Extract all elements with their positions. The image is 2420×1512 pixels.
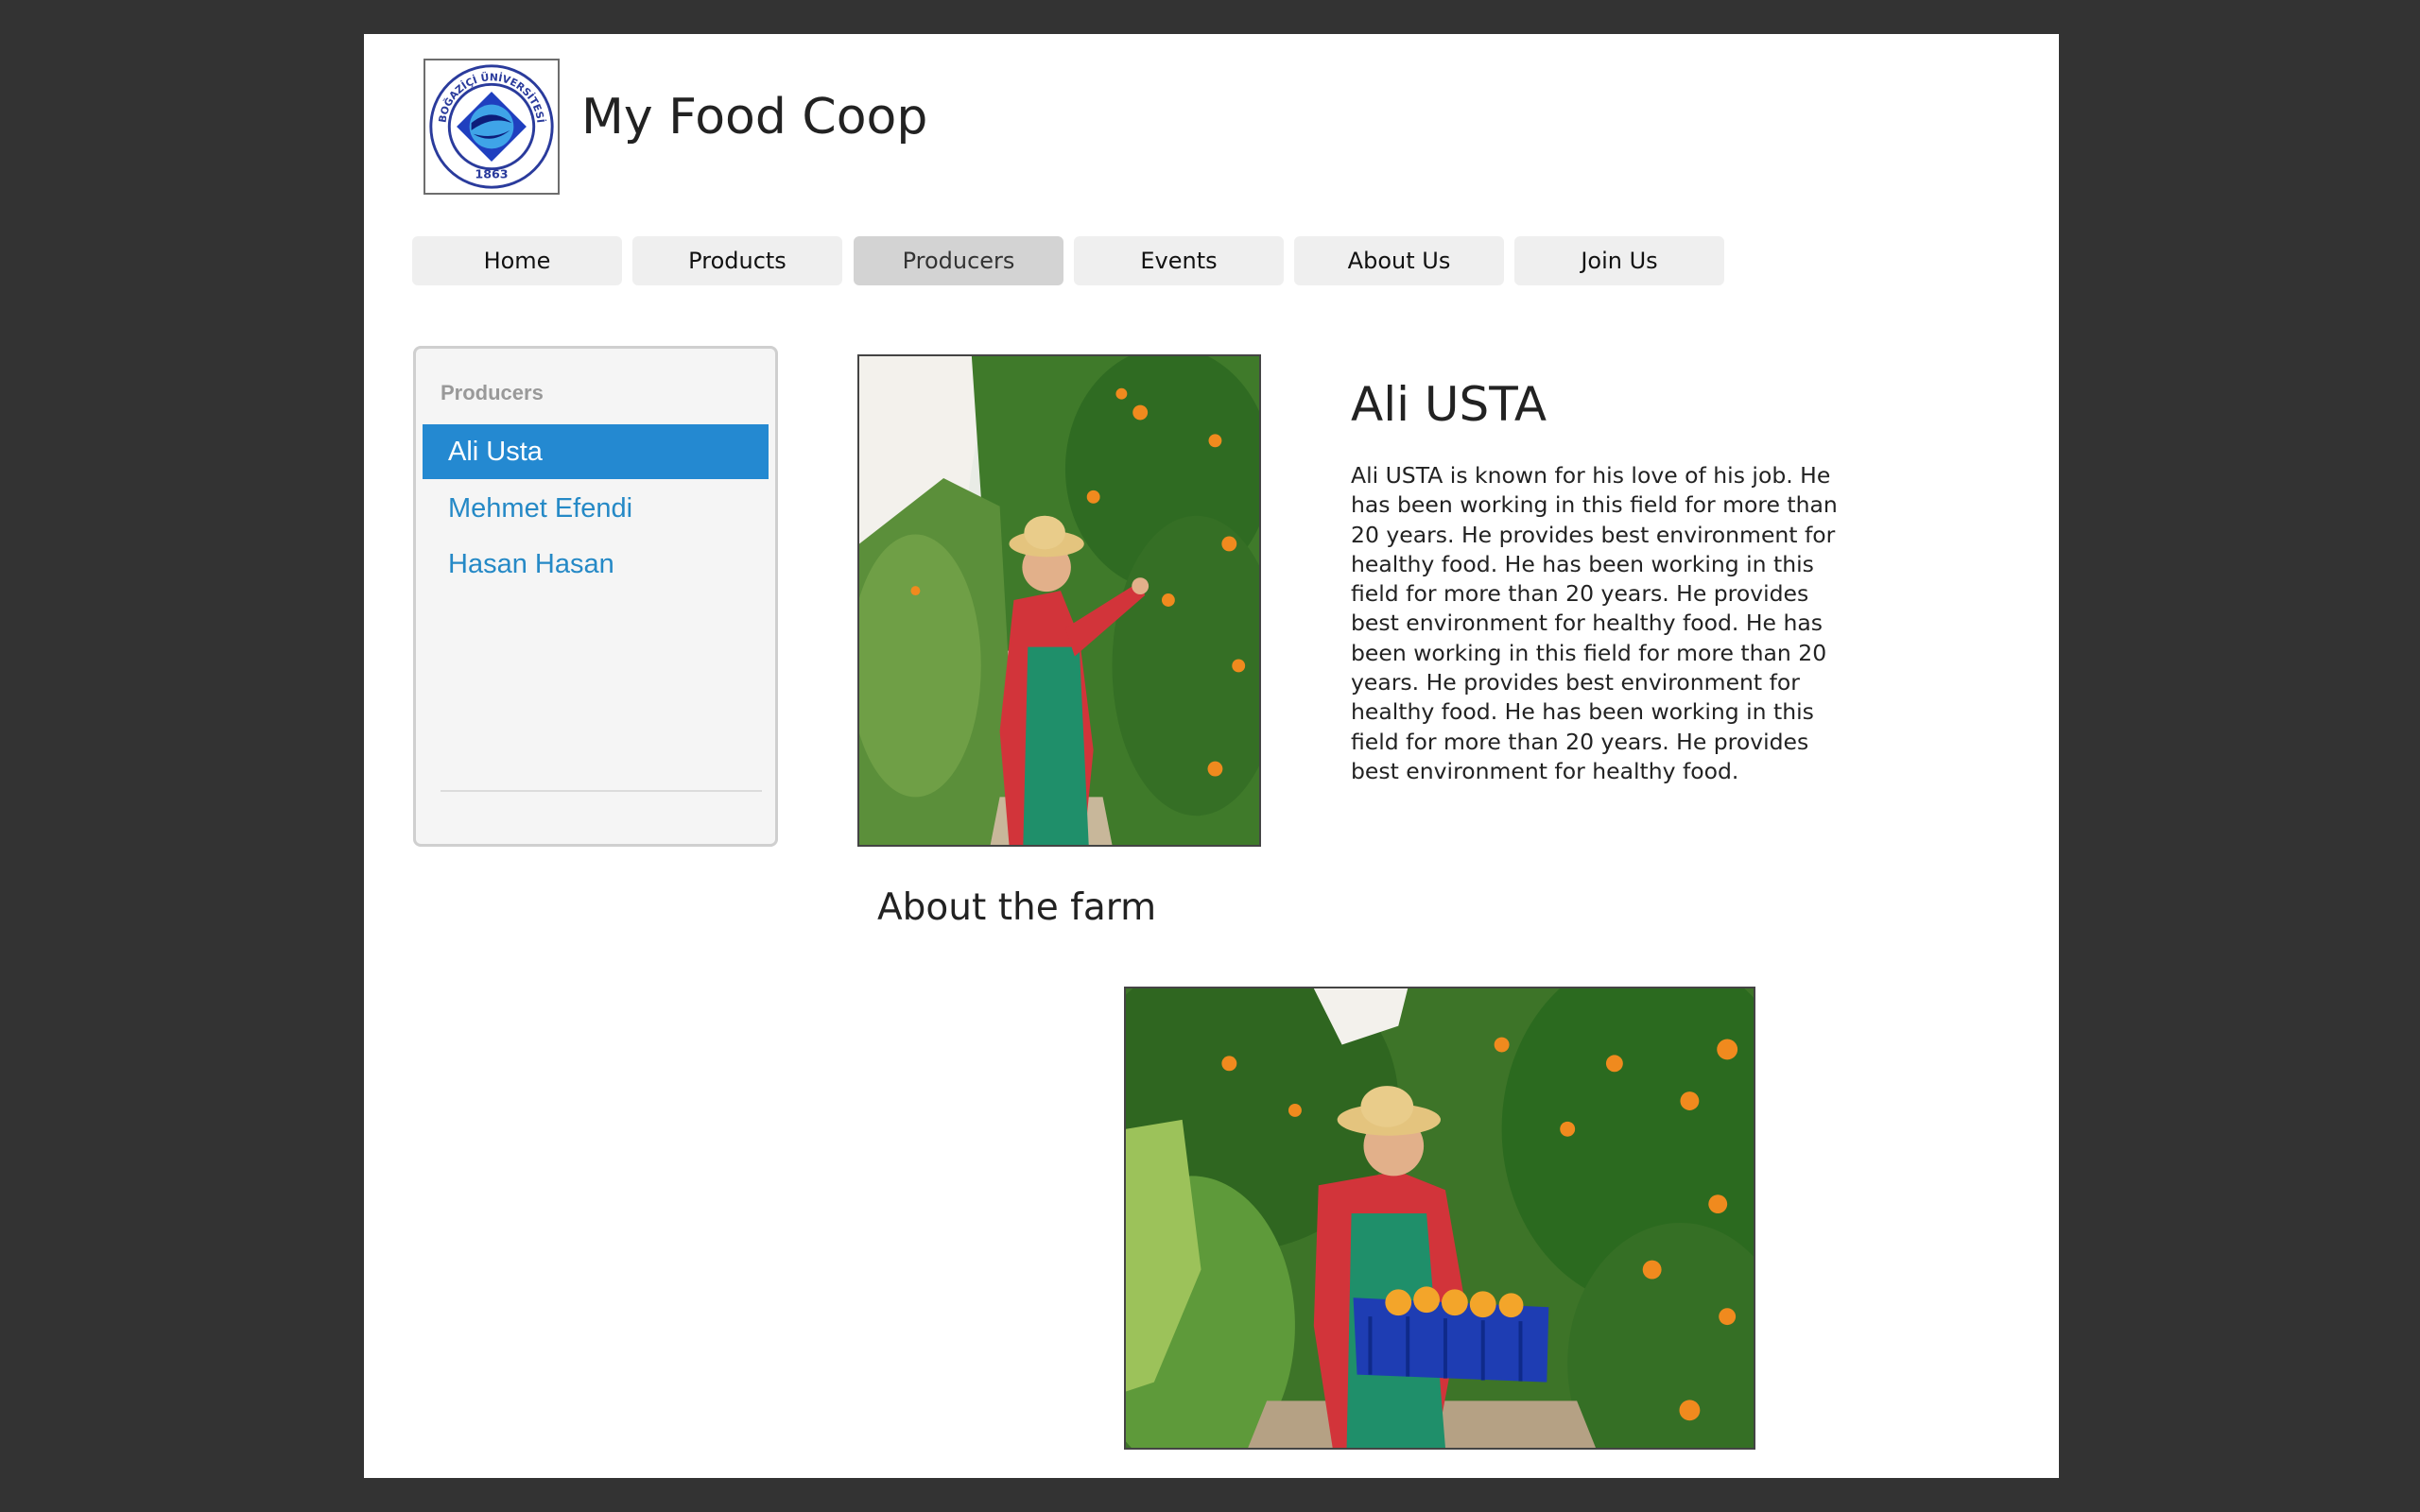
sidebar-item-ali-usta[interactable]: Ali Usta: [423, 424, 769, 479]
nav-home-button[interactable]: Home: [412, 236, 622, 285]
nav-join-us-button[interactable]: Join Us: [1514, 236, 1724, 285]
page: 1863 BOĞAZİÇİ ÜNİVERSİTESİ My Food Coop …: [364, 34, 2059, 1478]
sidebar-heading: Producers: [441, 381, 544, 404]
nav-events-button[interactable]: Events: [1074, 236, 1284, 285]
producer-bio: Ali USTA is known for his love of his jo…: [1351, 462, 1838, 784]
nav-about-us-button[interactable]: About Us: [1294, 236, 1504, 285]
farm-photo: [1124, 987, 1755, 1450]
sidebar-divider: [441, 790, 762, 792]
university-logo[interactable]: 1863 BOĞAZİÇİ ÜNİVERSİTESİ: [424, 59, 560, 195]
site-title: My Food Coop: [581, 89, 928, 146]
sidebar-item-hasan-hasan[interactable]: Hasan Hasan: [423, 537, 769, 592]
university-seal-icon: 1863 BOĞAZİÇİ ÜNİVERSİTESİ: [429, 64, 554, 189]
producers-sidebar: Producers Ali Usta Mehmet Efendi Hasan H…: [413, 346, 778, 847]
about-farm-heading: About the farm: [877, 886, 1157, 929]
farmer-with-crate-image: [1126, 988, 1754, 1448]
sidebar-item-mehmet-efendi[interactable]: Mehmet Efendi: [423, 481, 769, 536]
producer-name: Ali USTA: [1351, 377, 1547, 432]
nav-products-button[interactable]: Products: [632, 236, 842, 285]
nav-producers-button[interactable]: Producers: [854, 236, 1063, 285]
producer-photo: [857, 354, 1261, 847]
svg-text:1863: 1863: [475, 166, 508, 180]
farmer-portrait-image: [859, 356, 1259, 845]
